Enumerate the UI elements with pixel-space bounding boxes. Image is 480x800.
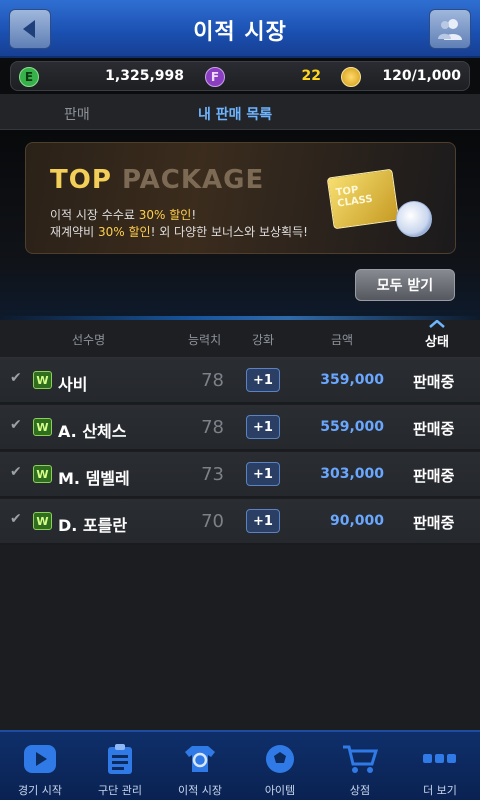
nav-shop[interactable]: 상점 [320,738,400,798]
f-points-icon: F [205,67,225,87]
currency-bar: E 1,325,998 F 22 120/1,000 [0,58,480,94]
tab-bar: 판매 내 판매 목록 [0,94,480,130]
world-badge-icon: W [33,418,52,436]
world-badge-icon: W [33,371,52,389]
nav-label: 더 보기 [423,784,457,797]
currency-panel: E 1,325,998 F 22 120/1,000 [10,61,470,91]
column-price[interactable]: 금액 [331,331,353,348]
play-icon [22,742,58,776]
table-row[interactable]: ✔ W A. 산체스 78 +1 559,000 판매중 [0,405,480,451]
gold-coin-icon [341,67,361,87]
nav-club-management[interactable]: 구단 관리 [80,738,160,798]
world-badge-icon: W [33,465,52,483]
table-row[interactable]: ✔ W D. 포를란 70 +1 90,000 판매중 [0,499,480,545]
banner-title: TOP PACKAGE [50,165,264,195]
tab-sell[interactable]: 판매 [64,104,90,124]
player-ability: 78 [201,370,224,391]
table-header: 선수명 능력치 강화 금액 상태 [0,319,480,358]
ball-icon [262,742,298,776]
sale-status: 판매중 [413,467,455,485]
check-icon: ✔ [10,464,22,480]
check-icon: ✔ [10,370,22,386]
enhance-badge: +1 [246,509,280,533]
nav-items[interactable]: 아이템 [240,738,320,798]
banner-title-top: TOP [50,165,112,195]
column-player-name[interactable]: 선수명 [72,331,105,348]
enhance-badge: +1 [246,462,280,486]
player-price: 559,000 [320,419,384,435]
banner-line-2-text: 재계약비 [50,225,98,239]
page-title: 이적 시장 [193,20,287,45]
top-class-ticket-icon: TOP CLASS [326,168,400,230]
banner-line-2: 재계약비 30% 할인! 외 다양한 보너스와 보상획득! [50,223,308,240]
gold-value: 120/1,000 [382,68,461,84]
friends-icon [438,19,462,40]
ticket-text: TOP CLASS [335,183,373,210]
more-icon [422,742,458,776]
bottom-nav: 경기 시작 구단 관리 이적 시장 아이템 상점 더 보기 [0,730,480,800]
sale-status: 판매중 [413,514,455,532]
tab-my-sales-list[interactable]: 내 판매 목록 [198,104,272,124]
promo-area: TOP PACKAGE 이적 시장 수수료 30% 할인! 재계약비 30% 할… [0,130,480,320]
sale-status: 판매중 [413,373,455,391]
table-row[interactable]: ✔ W 사비 78 +1 359,000 판매중 [0,358,480,404]
table-row[interactable]: ✔ W M. 뎀벨레 73 +1 303,000 판매중 [0,452,480,498]
player-price: 303,000 [320,466,384,482]
top-package-banner[interactable]: TOP PACKAGE 이적 시장 수수료 30% 할인! 재계약비 30% 할… [25,142,456,254]
nav-label: 구단 관리 [98,784,142,797]
banner-line-2-highlight: 30% 할인 [97,225,151,239]
player-price: 359,000 [320,372,384,388]
column-status[interactable]: 상태 [425,331,449,350]
banner-line-1-text: 이적 시장 수수료 [50,208,139,222]
player-name: D. 포를란 [58,516,128,535]
soccer-ball-icon [396,201,432,237]
nav-label: 경기 시작 [18,784,62,797]
clipboard-icon [102,742,138,776]
banner-title-package: PACKAGE [121,165,265,195]
player-name: 사비 [58,375,88,394]
player-ability: 78 [201,417,224,438]
nav-label: 이적 시장 [178,784,222,797]
player-ability: 73 [201,464,224,485]
f-points-value: 22 [301,68,321,84]
banner-line-2-end: ! 외 다양한 보너스와 보상획득! [150,225,308,239]
check-icon: ✔ [10,511,22,527]
e-points-icon: E [19,67,39,87]
enhance-badge: +1 [246,368,280,392]
transfer-shirt-icon [182,742,218,776]
enhance-badge: +1 [246,415,280,439]
check-icon: ✔ [10,417,22,433]
player-price: 90,000 [329,513,384,529]
nav-match-start[interactable]: 경기 시작 [0,738,80,798]
top-bar: 이적 시장 [0,0,480,58]
column-ability[interactable]: 능력치 [188,331,221,348]
nav-label: 아이템 [264,784,296,797]
world-badge-icon: W [33,512,52,530]
receive-all-button[interactable]: 모두 받기 [355,269,455,301]
cart-icon [342,742,378,776]
column-enhance[interactable]: 강화 [252,331,274,348]
nav-label: 상점 [349,784,371,797]
player-name: A. 산체스 [58,422,127,441]
player-ability: 70 [201,511,224,532]
sale-status: 판매중 [413,420,455,438]
nav-transfer-market[interactable]: 이적 시장 [160,738,240,798]
banner-line-1-highlight: 30% 할인 [138,208,192,222]
banner-line-1: 이적 시장 수수료 30% 할인! [50,206,196,223]
e-points-value: 1,325,998 [105,68,184,84]
sort-up-icon [428,319,446,331]
friends-button[interactable] [429,9,471,49]
nav-more[interactable]: 더 보기 [400,738,480,798]
player-name: M. 뎀벨레 [58,469,130,488]
banner-line-1-end: ! [191,208,197,222]
